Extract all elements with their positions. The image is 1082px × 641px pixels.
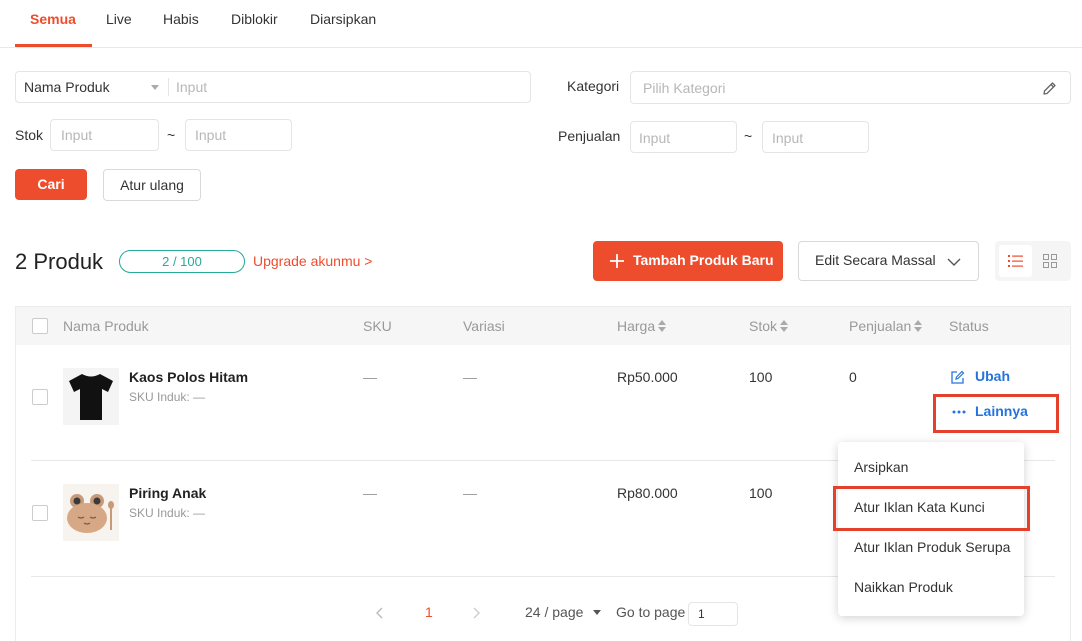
product-thumbnail[interactable] xyxy=(63,484,119,541)
penjualan-label: Penjualan xyxy=(558,128,621,144)
list-icon xyxy=(1008,255,1023,267)
goto-page-input[interactable]: 1 xyxy=(688,602,738,626)
price-value: Rp80.000 xyxy=(617,485,678,501)
col-sku: SKU xyxy=(363,318,392,334)
kategori-placeholder: Pilih Kategori xyxy=(643,80,726,96)
bulk-edit-dropdown[interactable]: Edit Secara Massal xyxy=(798,241,979,281)
sort-icon xyxy=(780,320,789,332)
parent-sku: SKU Induk: — xyxy=(129,390,206,404)
variasi-value: — xyxy=(463,485,477,501)
price-value: Rp50.000 xyxy=(617,369,678,385)
col-harga-label: Harga xyxy=(617,318,656,334)
sku-value: — xyxy=(363,369,377,385)
sort-icon xyxy=(914,320,923,332)
stock-value: 100 xyxy=(749,369,773,385)
menu-item-archive[interactable]: Arsipkan xyxy=(854,459,908,475)
divider xyxy=(168,78,169,96)
current-page[interactable]: 1 xyxy=(425,604,433,620)
next-page-icon[interactable] xyxy=(472,607,480,619)
prev-page-icon[interactable] xyxy=(376,607,384,619)
edit-label: Ubah xyxy=(975,368,1010,384)
reset-button[interactable]: Atur ulang xyxy=(103,169,201,201)
active-tab-indicator xyxy=(15,44,92,47)
menu-item-boost-product[interactable]: Naikkan Produk xyxy=(854,579,953,595)
product-name[interactable]: Kaos Polos Hitam xyxy=(129,369,248,385)
penjualan-range-separator: ~ xyxy=(744,128,753,144)
tab-habis[interactable]: Habis xyxy=(163,10,199,48)
plus-icon xyxy=(610,254,624,268)
col-stok[interactable]: Stok xyxy=(749,318,789,334)
col-penjualan[interactable]: Penjualan xyxy=(849,318,923,334)
stock-value: 100 xyxy=(749,485,773,501)
plate-image xyxy=(67,494,114,533)
col-harga[interactable]: Harga xyxy=(617,318,667,334)
goto-page-label: Go to page xyxy=(616,604,686,620)
parent-sku: SKU Induk: — xyxy=(129,506,206,520)
menu-item-similar-product-ads[interactable]: Atur Iklan Produk Serupa xyxy=(854,539,1010,555)
product-name[interactable]: Piring Anak xyxy=(129,485,206,501)
product-search-group: Nama Produk Input xyxy=(15,71,531,103)
grid-icon[interactable] xyxy=(1043,254,1057,268)
bulk-edit-label: Edit Secara Massal xyxy=(815,252,936,268)
penjualan-min-input[interactable]: Input xyxy=(630,121,737,153)
caret-down-icon xyxy=(151,85,159,90)
tshirt-image xyxy=(69,374,113,420)
search-button[interactable]: Cari xyxy=(15,169,87,200)
row-checkbox[interactable] xyxy=(32,389,48,405)
stok-label: Stok xyxy=(15,127,44,143)
edit-icon xyxy=(951,370,965,384)
variasi-value: — xyxy=(463,369,477,385)
sku-value: — xyxy=(363,485,377,501)
caret-down-icon xyxy=(593,610,601,615)
add-product-label: Tambah Produk Baru xyxy=(633,252,774,268)
col-status: Status xyxy=(949,318,989,334)
more-label: Lainnya xyxy=(975,403,1028,419)
add-product-button[interactable]: Tambah Produk Baru xyxy=(593,241,783,281)
penjualan-max-input[interactable]: Input xyxy=(762,121,869,153)
tab-diblokir[interactable]: Diblokir xyxy=(231,10,278,48)
col-penjualan-label: Penjualan xyxy=(849,318,912,334)
product-quota-badge: 2 / 100 xyxy=(119,250,245,273)
tab-live[interactable]: Live xyxy=(106,10,132,48)
col-stok-label: Stok xyxy=(749,318,778,334)
goto-page-value: 1 xyxy=(698,607,705,621)
stok-max-placeholder: Input xyxy=(195,127,227,143)
chevron-down-icon xyxy=(947,258,961,266)
stok-range-separator: ~ xyxy=(167,127,176,143)
row-checkbox[interactable] xyxy=(32,505,48,521)
kategori-field[interactable]: Pilih Kategori xyxy=(630,71,1071,104)
stok-max-input[interactable]: Input xyxy=(185,119,292,151)
table-header: Nama Produk SKU Variasi Harga Stok Penju… xyxy=(15,306,1071,345)
sales-value: 0 xyxy=(849,369,857,385)
search-input[interactable]: Input xyxy=(176,79,207,95)
col-variasi: Variasi xyxy=(463,318,505,334)
penjualan-min-placeholder: Input xyxy=(639,130,671,146)
stok-min-placeholder: Input xyxy=(61,127,93,143)
pencil-icon[interactable] xyxy=(1041,80,1058,97)
tab-semua[interactable]: Semua xyxy=(30,10,76,48)
status-tabs: Semua Live Habis Diblokir Diarsipkan xyxy=(0,0,1082,48)
product-count: 2 Produk xyxy=(15,249,104,274)
stok-min-input[interactable]: Input xyxy=(50,119,159,151)
search-type-select[interactable]: Nama Produk xyxy=(16,72,168,102)
upgrade-account-link[interactable]: Upgrade akunmu > xyxy=(253,253,372,269)
kategori-label: Kategori xyxy=(567,78,620,94)
list-view-button[interactable] xyxy=(999,245,1032,277)
col-nama-produk: Nama Produk xyxy=(63,318,149,334)
page-size-value: 24 / page xyxy=(525,604,584,620)
product-thumbnail[interactable] xyxy=(63,368,119,425)
keyword-ads-highlight xyxy=(833,486,1030,531)
search-type-value: Nama Produk xyxy=(24,79,110,95)
select-all-checkbox[interactable] xyxy=(32,318,48,334)
sort-icon xyxy=(658,320,667,332)
view-toggle xyxy=(995,241,1071,281)
more-dots-icon xyxy=(952,410,966,414)
tab-diarsipkan[interactable]: Diarsipkan xyxy=(310,10,376,48)
penjualan-max-placeholder: Input xyxy=(772,130,804,146)
